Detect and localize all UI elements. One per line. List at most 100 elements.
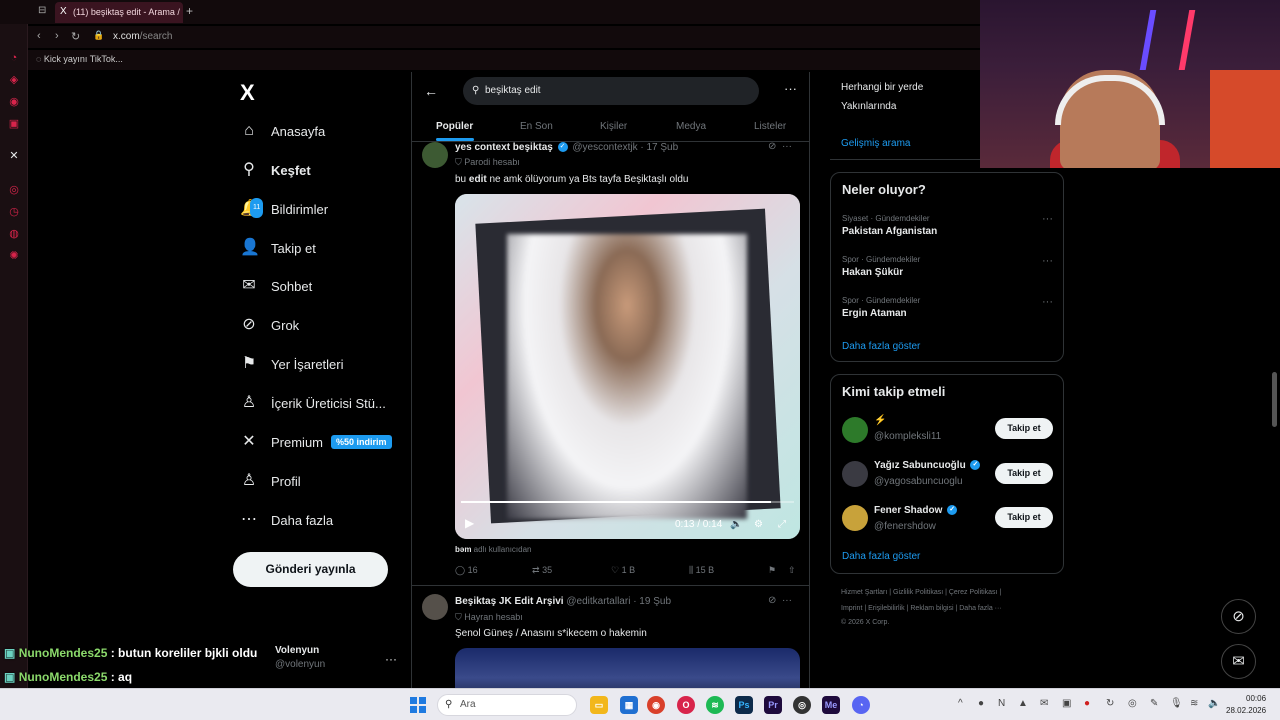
- tray-chevron-icon[interactable]: ^: [958, 698, 963, 709]
- grok-float-icon[interactable]: ⊘: [1221, 599, 1256, 634]
- views-button[interactable]: ⫼ 15 B: [689, 565, 714, 576]
- trend-name[interactable]: Pakistan Afganistan: [842, 226, 937, 237]
- trend-more-icon[interactable]: ···: [1042, 255, 1053, 267]
- trend-name[interactable]: Hakan Şükür: [842, 267, 903, 278]
- premiere-icon[interactable]: Pr: [764, 696, 782, 714]
- video-player[interactable]: ▶ 0:13 / 0:14 🔈 ⚙ ⤢: [455, 194, 800, 539]
- messenger-icon[interactable]: ◉: [8, 96, 20, 108]
- nav-item-4[interactable]: ✉ Sohbet: [240, 273, 312, 299]
- trends-show-more[interactable]: Daha fazla göster: [842, 341, 920, 352]
- tray-mic-icon[interactable]: 🎙: [1170, 698, 1183, 709]
- tray-record-icon[interactable]: ●: [1084, 698, 1090, 709]
- store-icon[interactable]: ▦: [620, 696, 638, 714]
- messages-float-icon[interactable]: ✉: [1221, 644, 1256, 679]
- file-explorer-icon[interactable]: ▭: [590, 696, 608, 714]
- video-source[interactable]: bəm adlı kullanıcıdan: [455, 545, 532, 554]
- like-button[interactable]: ♡ 1 B: [611, 565, 635, 576]
- instagram-icon[interactable]: ▣: [8, 118, 20, 130]
- tray-monitor-icon[interactable]: ▣: [1062, 698, 1071, 709]
- follow-button[interactable]: Takip et: [995, 507, 1053, 528]
- obs-icon[interactable]: ◎: [793, 696, 811, 714]
- bookmark-icon[interactable]: ⚑: [768, 565, 776, 576]
- nav-item-10[interactable]: ⋯ Daha fazla: [240, 507, 333, 533]
- volume-icon[interactable]: 🔈: [730, 519, 742, 530]
- share-icon[interactable]: ⇧: [788, 565, 796, 576]
- page-scrollbar[interactable]: [1272, 372, 1277, 427]
- chrome-icon[interactable]: ◉: [647, 696, 665, 714]
- reply-button[interactable]: ◯ 16: [455, 565, 478, 576]
- nav-item-3[interactable]: 👤 Takip et: [240, 235, 316, 261]
- photoshop-icon[interactable]: Ps: [735, 696, 753, 714]
- tweet-more-icon[interactable]: ···: [782, 141, 792, 152]
- filter-location-near[interactable]: Yakınlarında: [841, 101, 896, 112]
- account-more-icon[interactable]: ···: [385, 652, 397, 666]
- tray-mail-icon[interactable]: ✉: [1040, 698, 1048, 709]
- nav-item-1[interactable]: ⚲ Keşfet: [240, 157, 311, 183]
- follow-button[interactable]: Takip et: [995, 418, 1053, 439]
- nav-item-2[interactable]: 🔔11 Bildirimler: [240, 196, 328, 222]
- tray-app-icon[interactable]: ●: [978, 698, 984, 709]
- author-name[interactable]: Beşiktaş JK Edit Arşivi: [455, 596, 564, 607]
- back-arrow-icon[interactable]: ←: [424, 83, 438, 99]
- suggestion-handle[interactable]: @yagosabuncuoglu: [874, 476, 963, 487]
- fullscreen-icon[interactable]: ⤢: [778, 519, 786, 530]
- discord-icon[interactable]: ◔: [852, 696, 870, 714]
- tray-nvidia-icon[interactable]: ▲: [1018, 698, 1028, 709]
- video-settings-icon[interactable]: ⚙: [754, 519, 763, 530]
- tray-sync-icon[interactable]: ↻: [1106, 698, 1114, 709]
- tab-latest[interactable]: En Son: [520, 121, 553, 132]
- tweet-date[interactable]: · 19 Şub: [633, 596, 671, 607]
- sidebar-icon-1[interactable]: ◔: [8, 52, 20, 64]
- author-handle[interactable]: @editkartallari: [566, 596, 630, 607]
- x-logo-icon[interactable]: X: [240, 80, 255, 106]
- windows-start-icon[interactable]: [410, 697, 426, 713]
- sidebar-icon-2[interactable]: ◈: [8, 74, 20, 86]
- post-button[interactable]: Gönderi yayınla: [233, 552, 388, 587]
- avatar[interactable]: [842, 417, 868, 443]
- nav-item-6[interactable]: ⚑ Yer İşaretleri: [240, 351, 344, 377]
- tab-lists[interactable]: Listeler: [754, 121, 786, 132]
- x-sidebar-icon[interactable]: ✕: [8, 150, 20, 162]
- footer-links-1[interactable]: Hizmet Şartları | Gizlilik Politikası | …: [841, 589, 1001, 596]
- who-to-follow-show-more[interactable]: Daha fazla göster: [842, 551, 920, 562]
- video-progress-bar[interactable]: [461, 501, 794, 503]
- tweet-more-icon[interactable]: ···: [782, 595, 792, 606]
- author-name[interactable]: yes context beşiktaş: [455, 142, 553, 153]
- suggestion-name[interactable]: ⚡: [874, 415, 886, 426]
- tray-onenote-icon[interactable]: N: [998, 698, 1005, 709]
- advanced-search-link[interactable]: Gelişmiş arama: [841, 138, 910, 149]
- avatar[interactable]: [422, 594, 448, 620]
- trend-name[interactable]: Ergin Ataman: [842, 308, 907, 319]
- trend-more-icon[interactable]: ···: [1042, 296, 1053, 308]
- grok-icon[interactable]: ⊘: [768, 595, 776, 606]
- follow-button[interactable]: Takip et: [995, 463, 1053, 484]
- chat-icon[interactable]: ◍: [8, 228, 20, 240]
- nav-item-7[interactable]: ♙ İçerik Üreticisi Stü...: [240, 390, 386, 416]
- player-icon[interactable]: ◎: [8, 184, 20, 196]
- nav-item-0[interactable]: ⌂ Anasayfa: [240, 118, 325, 144]
- opera-icon[interactable]: O: [677, 696, 695, 714]
- nav-item-8[interactable]: ✕ Premium %50 indirim: [240, 429, 392, 455]
- url-field[interactable]: x.com/search: [113, 31, 172, 42]
- search-input[interactable]: ⚲ beşiktaş edit: [463, 77, 759, 105]
- tab-media[interactable]: Medya: [676, 121, 706, 132]
- avatar[interactable]: [842, 505, 868, 531]
- suggestion-handle[interactable]: @fenershdow: [874, 521, 936, 532]
- suggestion-name[interactable]: Yağız Sabuncuoğlu ✓: [874, 460, 982, 471]
- tweet-media[interactable]: [455, 648, 800, 688]
- nav-item-9[interactable]: ♙ Profil: [240, 468, 301, 494]
- footer-links-2[interactable]: Imprint | Erişilebilirlik | Reklam bilgi…: [841, 605, 1002, 612]
- tray-volume-icon[interactable]: 🔈: [1208, 698, 1220, 709]
- tray-edit-icon[interactable]: ✎: [1150, 698, 1158, 709]
- taskbar-search[interactable]: ⚲ Ara: [437, 694, 577, 716]
- history-icon[interactable]: ◷: [8, 206, 20, 218]
- tab-people[interactable]: Kişiler: [600, 121, 627, 132]
- tray-steam-icon[interactable]: ◎: [1128, 698, 1137, 709]
- new-tab-button[interactable]: +: [186, 4, 193, 18]
- bookmark-item[interactable]: ◌ Kick yayını TikTok...: [36, 54, 123, 64]
- retweet-button[interactable]: ⇄ 35: [532, 565, 552, 576]
- tab-overview-icon[interactable]: ⊟: [38, 5, 46, 16]
- tweet-date[interactable]: · 17 Şub: [640, 142, 678, 153]
- forward-icon[interactable]: ›: [55, 30, 59, 42]
- grok-icon[interactable]: ⊘: [768, 141, 776, 152]
